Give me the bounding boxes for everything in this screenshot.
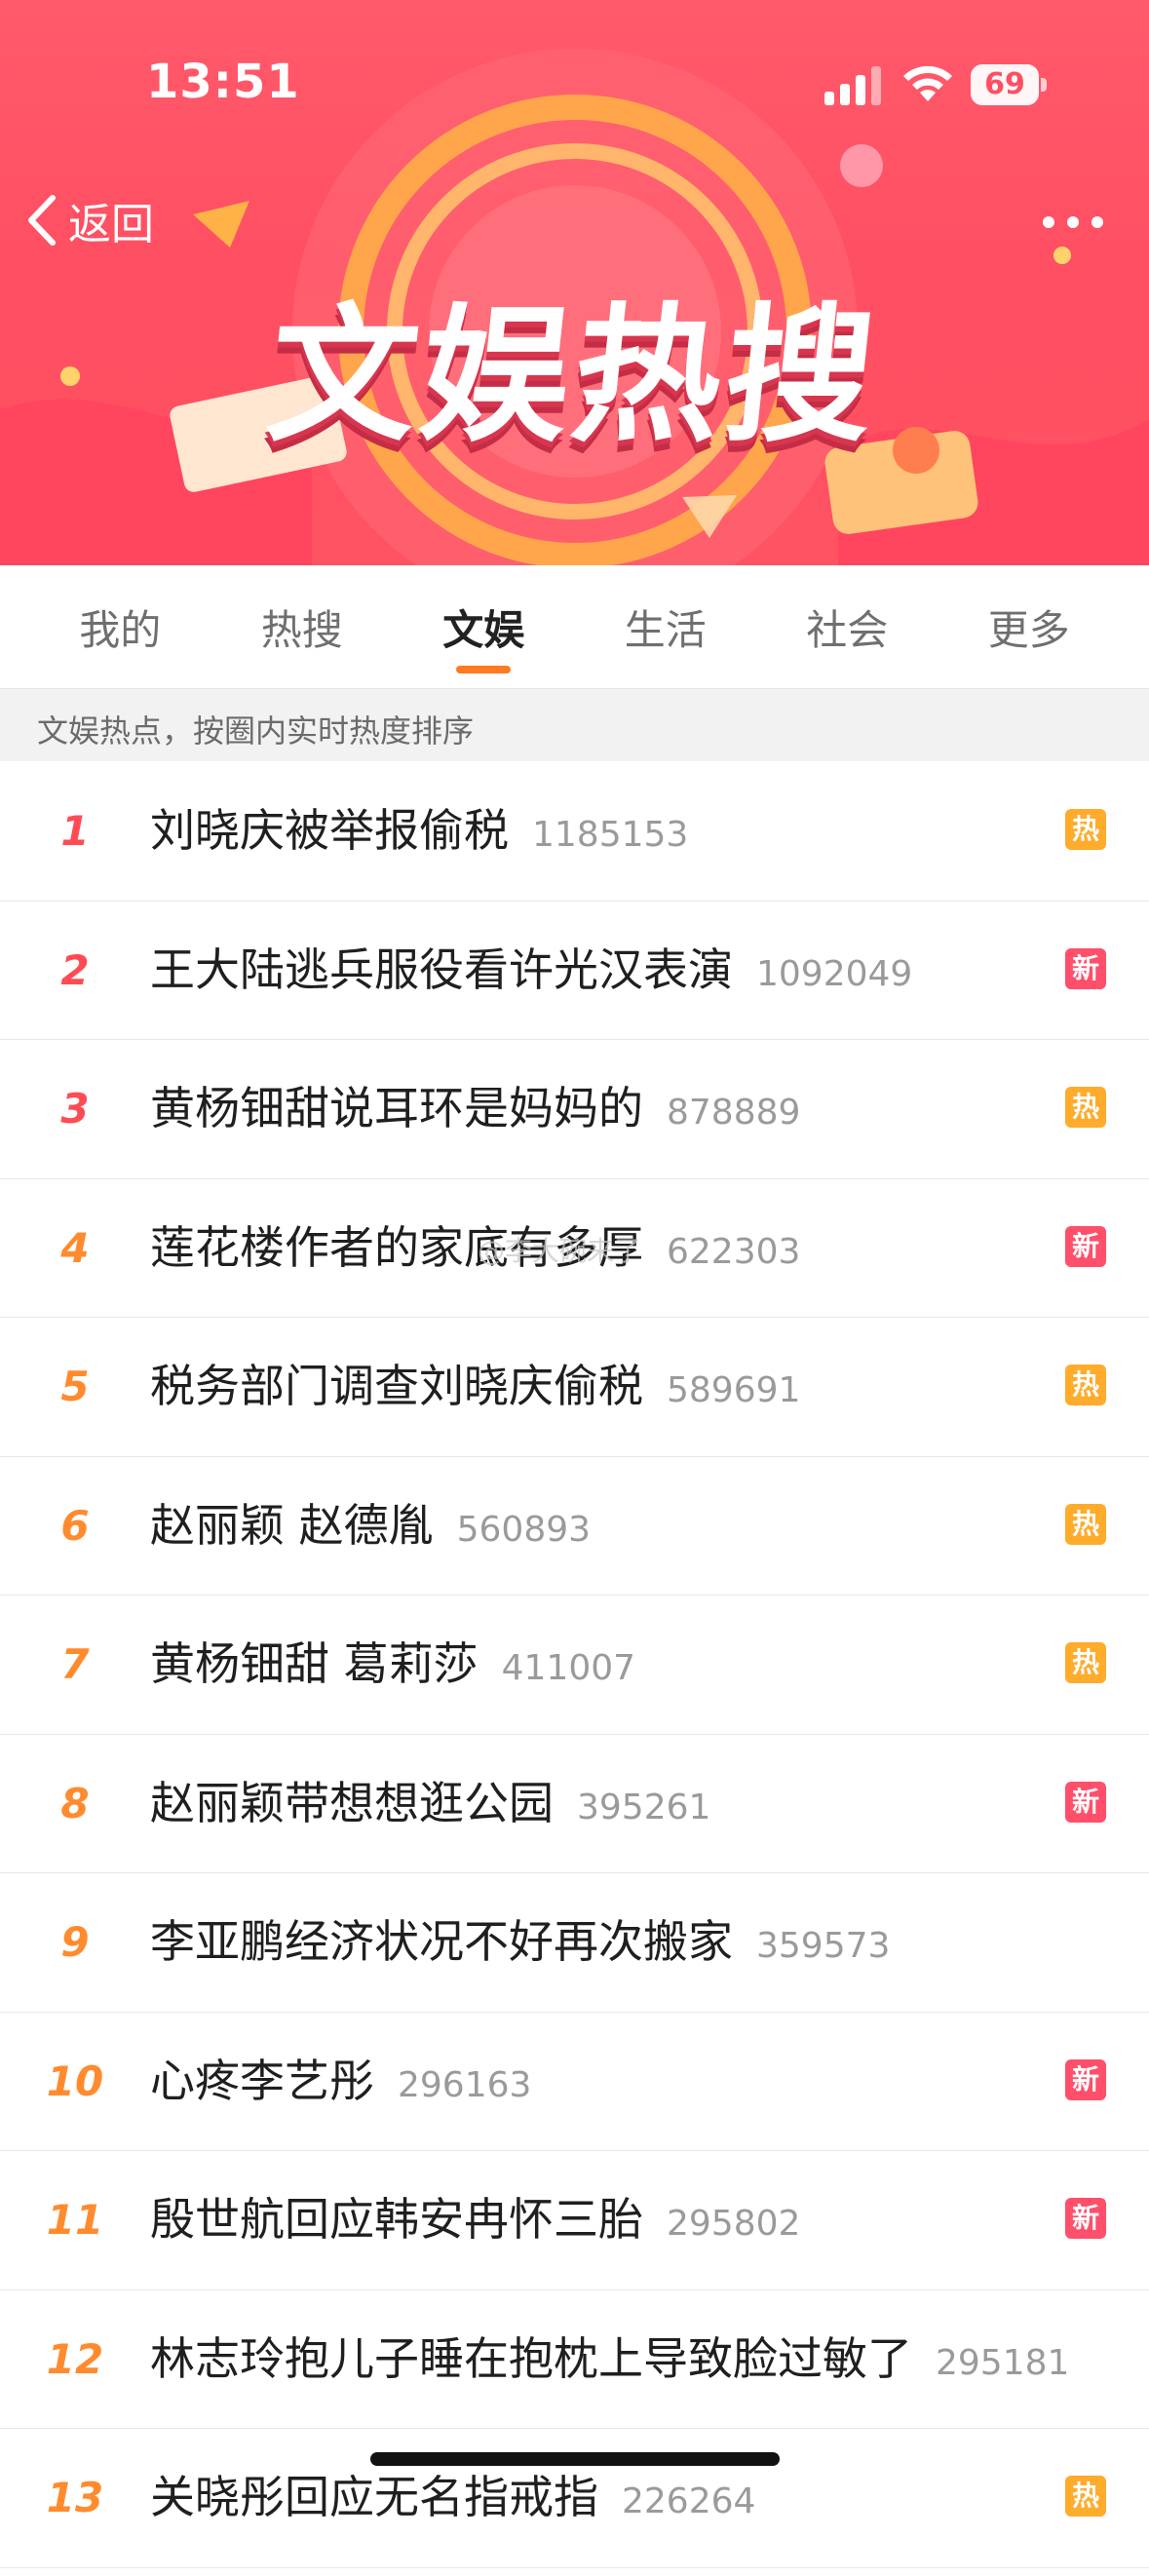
chevron-left-icon — [28, 195, 56, 246]
item-title: 赵丽颖 赵德胤 — [150, 1498, 434, 1552]
hot-badge: 热 — [1065, 1503, 1106, 1545]
rank-number: 4 — [60, 1223, 90, 1272]
category-tabs: 我的 热搜 文娱 生活 社会 更多 — [0, 565, 1149, 688]
more-options-icon[interactable] — [1039, 203, 1107, 242]
home-indicator[interactable] — [370, 2452, 780, 2466]
heat-count: 560893 — [456, 1509, 592, 1550]
list-description-text: 文娱热点，按圈内实时热度排序 — [37, 712, 475, 750]
tab-mine[interactable]: 我的 — [42, 597, 198, 657]
status-bar: 13:51 69 — [0, 0, 1149, 117]
list-item[interactable]: 8 赵丽颖带想想逛公园 395261 新 — [0, 1735, 1149, 1873]
item-title: 林志玲抱儿子睡在抱枕上导致脸过敏了 — [150, 2331, 912, 2385]
item-title: 心疼李艺彤 — [150, 2054, 374, 2107]
new-badge: 新 — [1065, 1781, 1106, 1823]
item-title: 关晓彤回应无名指戒指 — [150, 2471, 598, 2523]
active-tab-indicator — [456, 665, 512, 673]
list-item[interactable]: 10 心疼李艺彤 296163 新 — [0, 2013, 1149, 2151]
tab-more[interactable]: 更多 — [951, 597, 1107, 657]
tab-entertainment[interactable]: 文娱 — [405, 597, 561, 673]
rank-number: 10 — [46, 2057, 104, 2105]
heat-count: 1185153 — [532, 815, 689, 855]
list-description: 文娱热点，按圈内实时热度排序 — [0, 688, 1149, 761]
back-button[interactable]: 返回 — [25, 189, 154, 251]
list-item[interactable]: 9 李亚鹏经济状况不好再次搬家 359573 — [0, 1873, 1149, 2013]
list-item[interactable]: 1 刘晓庆被举报偷税 1185153 热 — [0, 762, 1149, 902]
tab-hot-search[interactable]: 热搜 — [224, 597, 380, 657]
hot-badge: 热 — [1065, 2476, 1106, 2517]
heat-count: 295802 — [667, 2204, 801, 2244]
heat-count: 411007 — [501, 1648, 636, 1688]
header-banner: 13:51 69 返回 文娱热搜 — [0, 0, 1149, 565]
item-title: 赵丽颖带想想逛公园 — [150, 1776, 554, 1829]
list-item[interactable]: 12 林志玲抱儿子睡在抱枕上导致脸过敏了 295181 — [0, 2290, 1149, 2429]
heat-count: 295181 — [936, 2342, 1070, 2383]
heat-count: 226264 — [622, 2481, 756, 2521]
item-title: 黄杨钿甜 葛莉莎 — [150, 1637, 479, 1690]
rank-number: 12 — [46, 2334, 104, 2383]
heat-count: 589691 — [667, 1370, 801, 1410]
rank-number: 5 — [60, 1363, 90, 1410]
rank-number: 13 — [46, 2474, 104, 2521]
rank-number: 7 — [60, 1640, 90, 1688]
new-badge: 新 — [1065, 2058, 1106, 2100]
battery-level: 69 — [984, 67, 1025, 101]
hot-badge: 热 — [1065, 1365, 1106, 1405]
heat-count: 878889 — [667, 1093, 801, 1133]
rank-number: 3 — [60, 1085, 90, 1133]
item-title: 殷世航回应韩安冉怀三胎 — [150, 2193, 643, 2246]
tab-life[interactable]: 生活 — [588, 597, 744, 657]
item-title: 王大陆逃兵服役看许光汉表演 — [150, 942, 733, 996]
new-badge: 新 — [1065, 2198, 1106, 2239]
rank-number: 1 — [60, 807, 90, 855]
list-item[interactable]: 6 赵丽颖 赵德胤 560893 热 — [0, 1457, 1149, 1596]
rank-number: 9 — [60, 1918, 90, 1966]
battery-icon: 69 — [971, 64, 1049, 105]
heat-count: 395261 — [577, 1787, 711, 1827]
list-item[interactable]: 5 税务部门调查刘晓庆偷税 589691 热 — [0, 1318, 1149, 1457]
new-badge: 新 — [1065, 947, 1106, 989]
cellular-signal-icon — [824, 66, 881, 105]
status-time: 13:51 — [146, 55, 300, 109]
rank-number: 2 — [60, 945, 90, 994]
hot-search-list: 1 刘晓庆被举报偷税 1185153 热 2 王大陆逃兵服役看许光汉表演 10920… — [0, 762, 1149, 2568]
list-item[interactable]: 3 黄杨钿甜说耳环是妈妈的 878889 热 — [0, 1040, 1149, 1179]
list-item[interactable]: 13 关晓彤回应无名指戒指 226264 热 — [0, 2429, 1149, 2568]
hot-badge: 热 — [1065, 1087, 1106, 1128]
rank-number: 8 — [60, 1779, 90, 1827]
tab-society[interactable]: 社会 — [769, 597, 925, 657]
heat-count: 1092049 — [756, 953, 913, 994]
wifi-icon — [903, 65, 952, 101]
item-title: 黄杨钿甜说耳环是妈妈的 — [150, 1082, 643, 1134]
hot-badge: 热 — [1065, 809, 1106, 850]
new-badge: 新 — [1065, 1225, 1106, 1267]
heat-count: 622303 — [667, 1231, 801, 1272]
item-title: 刘晓庆被举报偷税 — [150, 804, 509, 857]
list-item[interactable]: 7 黄杨钿甜 葛莉莎 411007 热 — [0, 1596, 1149, 1735]
watermark-text: @李大碗来了 — [478, 1235, 642, 1267]
heat-count: 296163 — [398, 2064, 532, 2105]
item-title: 税务部门调查刘晓庆偷税 — [150, 1360, 643, 1412]
hot-badge: 热 — [1065, 1642, 1106, 1683]
banner-title: 文娱热搜 — [260, 289, 887, 462]
list-item[interactable]: 11 殷世航回应韩安冉怀三胎 295802 新 — [0, 2151, 1149, 2290]
rank-number: 6 — [60, 1501, 90, 1550]
heat-count: 359573 — [756, 1926, 891, 1966]
list-item[interactable]: 2 王大陆逃兵服役看许光汉表演 1092049 新 — [0, 902, 1149, 1040]
back-label: 返回 — [68, 200, 154, 250]
item-title: 李亚鹏经济状况不好再次搬家 — [150, 1915, 733, 1968]
rank-number: 11 — [46, 2196, 104, 2244]
tab-entertainment-label: 文娱 — [442, 605, 525, 654]
